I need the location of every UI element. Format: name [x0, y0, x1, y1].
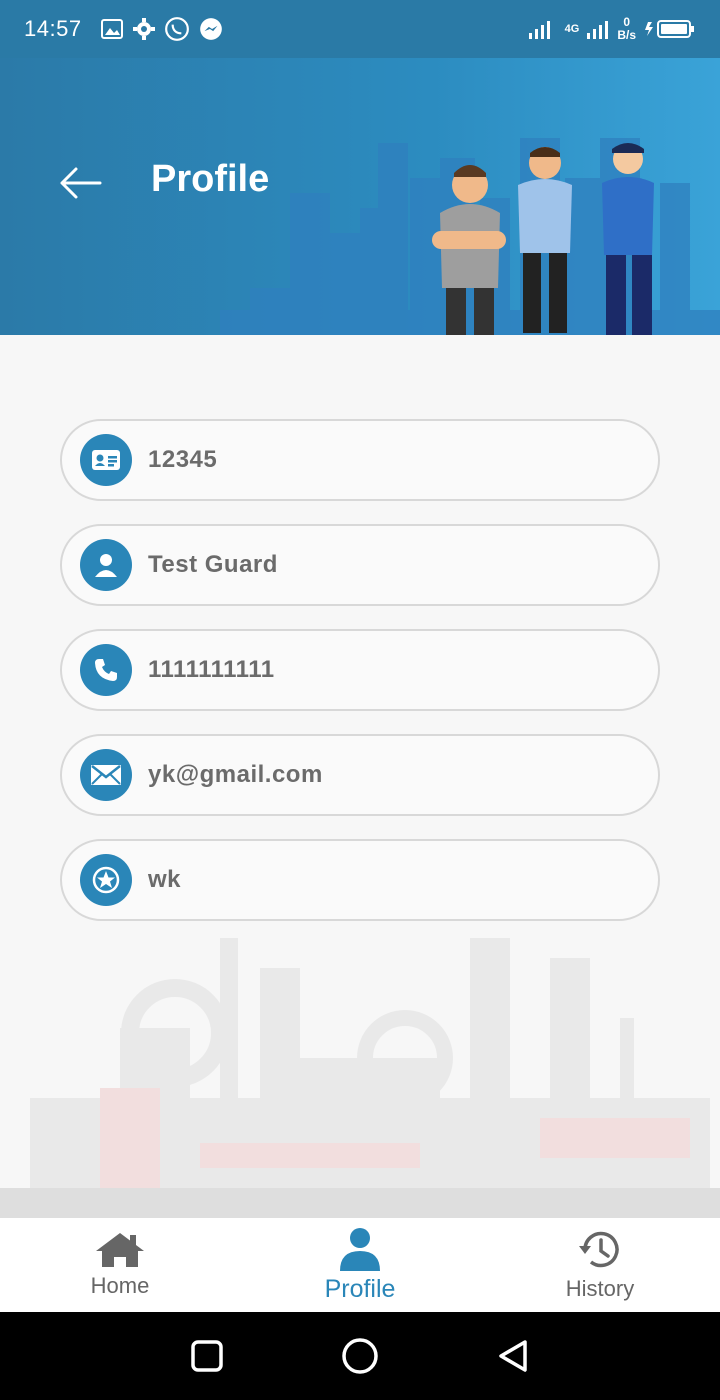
- guard-1: [432, 165, 506, 335]
- nav-home[interactable]: Home: [0, 1218, 240, 1312]
- back-triangle-icon: [499, 1340, 528, 1372]
- nav-history[interactable]: History: [480, 1218, 720, 1312]
- profile-icon: [340, 1227, 380, 1271]
- recents-button[interactable]: [182, 1331, 232, 1381]
- guard-2: [518, 147, 572, 333]
- data-speed-unit: B/s: [617, 28, 636, 42]
- profile-header: Profile: [0, 58, 720, 335]
- field-value: Test Guard: [148, 551, 278, 578]
- field-value: 1111111111: [148, 656, 275, 683]
- network-type: 4G: [564, 23, 580, 35]
- status-right: 4G 0 B/s: [528, 16, 696, 42]
- whatsapp-icon: [164, 17, 189, 41]
- field-value: yk@gmail.com: [148, 761, 323, 788]
- battery-icon: [645, 20, 694, 38]
- nav-history-label: History: [565, 1276, 635, 1301]
- notification-icons: [100, 16, 224, 42]
- back-system-button[interactable]: [488, 1331, 538, 1381]
- mail-icon: [80, 749, 132, 801]
- home-circle-icon: [342, 1338, 378, 1374]
- guards-illustration: [432, 143, 654, 335]
- nav-profile-label: Profile: [324, 1274, 396, 1303]
- field-value: wk: [148, 866, 182, 893]
- bottom-navigation: Home Profile History: [0, 1218, 720, 1312]
- data-speed: 0 B/s: [617, 16, 636, 42]
- field-id[interactable]: 12345: [60, 419, 660, 501]
- guard-3: [602, 143, 654, 335]
- home-system-button[interactable]: [335, 1331, 385, 1381]
- page-title: Profile: [151, 158, 270, 200]
- system-navigation-bar: [0, 1312, 720, 1400]
- signal-icon-2: [587, 21, 609, 39]
- person-icon: [80, 539, 132, 591]
- star-badge-icon: [80, 854, 132, 906]
- field-value: 12345: [148, 446, 218, 473]
- back-arrow-icon: [60, 167, 102, 199]
- content-divider: [0, 1188, 720, 1218]
- field-rank[interactable]: wk: [60, 839, 660, 921]
- phone-icon: [80, 644, 132, 696]
- gallery-icon: [100, 19, 123, 39]
- id-card-icon: [80, 434, 132, 486]
- field-phone[interactable]: 1111111111: [60, 629, 660, 711]
- profile-content: 12345 Test Guard 1111111111 yk@gmail.com…: [0, 335, 720, 1188]
- field-email[interactable]: yk@gmail.com: [60, 734, 660, 816]
- signal-icon: [528, 21, 550, 39]
- history-icon: [579, 1231, 619, 1268]
- status-time: 14:57: [24, 16, 82, 41]
- field-name[interactable]: Test Guard: [60, 524, 660, 606]
- industrial-background-illustration: [30, 938, 710, 1188]
- status-bar: 14:57 4G 0 B/s: [0, 0, 720, 58]
- nav-profile[interactable]: Profile: [240, 1218, 480, 1312]
- back-button[interactable]: [58, 163, 102, 203]
- messenger-icon: [199, 18, 222, 40]
- nav-home-label: Home: [90, 1273, 150, 1298]
- home-icon: [96, 1233, 144, 1267]
- settings-icon: [132, 18, 155, 40]
- recents-icon: [190, 1340, 223, 1372]
